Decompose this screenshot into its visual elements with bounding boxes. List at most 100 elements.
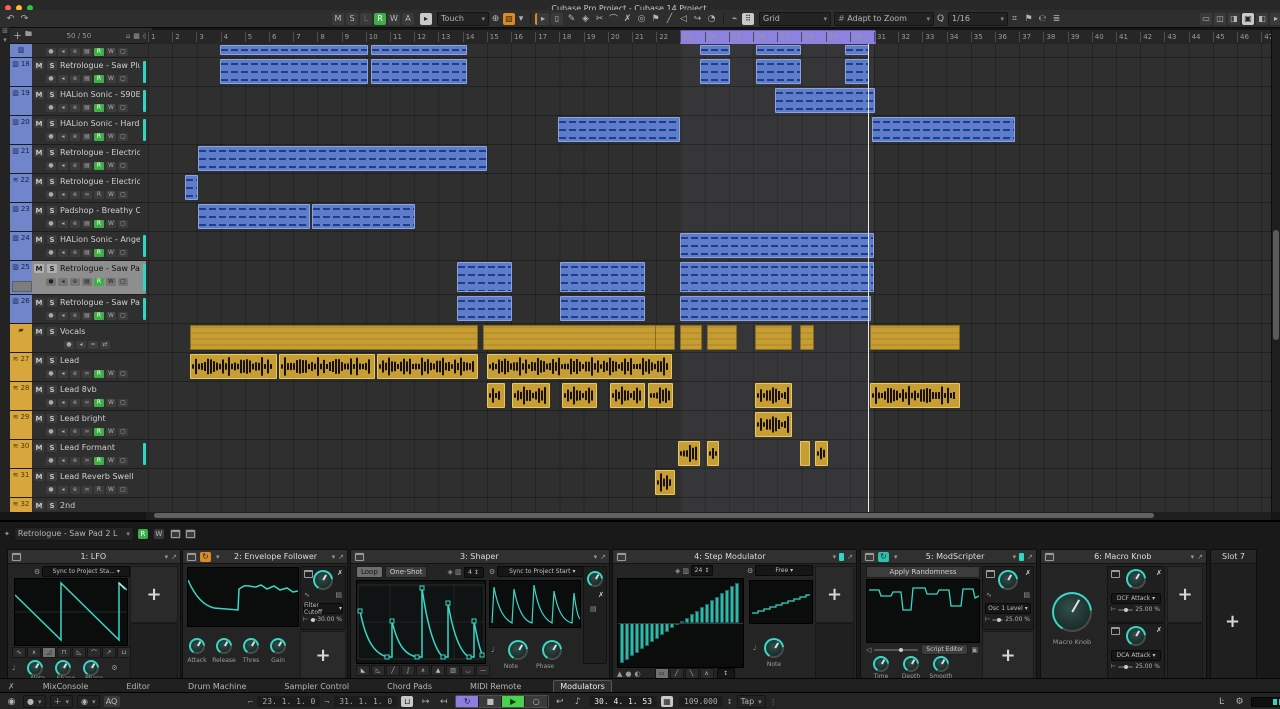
retrigger-icon[interactable]: ♩ xyxy=(491,646,494,654)
draw-tool-icon[interactable]: ✎ xyxy=(565,13,578,25)
edit-channel-button[interactable]: e xyxy=(70,427,80,436)
gain-knob[interactable] xyxy=(270,638,286,654)
audio-clip[interactable] xyxy=(562,383,597,408)
read-automation-button[interactable]: R xyxy=(94,74,104,83)
write-automation-button[interactable]: W xyxy=(106,103,116,112)
record-enable-button[interactable]: ● xyxy=(46,248,56,257)
midi-clip[interactable] xyxy=(185,175,198,200)
midi-clip[interactable] xyxy=(756,45,801,55)
edit-channel-button[interactable]: e xyxy=(70,132,80,141)
gear-icon[interactable]: ⚙ xyxy=(34,568,40,576)
delete-destination-icon[interactable] xyxy=(1111,570,1120,578)
transport-more-icon[interactable]: ⋮ xyxy=(770,698,777,706)
edit-channel-button[interactable]: e xyxy=(70,311,80,320)
range-tool-icon[interactable]: ▯ xyxy=(551,12,563,25)
monitor-button[interactable]: ◂ xyxy=(58,277,68,286)
quantize-dropdown[interactable]: 1/16 ▾ xyxy=(948,11,1008,26)
solo-button[interactable]: S xyxy=(47,61,57,70)
shape-preset-2[interactable]: ╱ xyxy=(386,665,400,676)
blend-slider[interactable] xyxy=(874,647,919,652)
track-header-halion-sonic-angels-gs[interactable]: ▥24MSHALion Sonic - Angels ...gs●◂e▤RW▢ xyxy=(10,232,146,261)
instrument-icon[interactable]: ▤ xyxy=(82,103,92,112)
instrument-icon[interactable]: ▤ xyxy=(82,311,92,320)
bypass-all-button[interactable] xyxy=(169,528,181,539)
midi-clip[interactable] xyxy=(756,59,801,84)
editor-window-icon[interactable]: ▣ xyxy=(971,646,978,654)
gear-icon[interactable]: ⚙ xyxy=(747,567,753,575)
freeze-button[interactable]: ▢ xyxy=(118,103,128,112)
metronome-icon[interactable]: ♪ xyxy=(571,696,584,708)
audio-clip[interactable] xyxy=(648,383,673,408)
undo-icon[interactable]: ↶ xyxy=(4,13,17,25)
mute-button[interactable]: M xyxy=(34,61,44,70)
freeze-button[interactable]: ▢ xyxy=(118,74,128,83)
curve-icon[interactable]: ∿ xyxy=(986,591,992,599)
step-bar-3[interactable] xyxy=(630,623,634,657)
midi-clip[interactable] xyxy=(560,262,645,292)
write-automation-button[interactable]: W xyxy=(106,190,116,199)
dot-icon[interactable]: ● xyxy=(625,670,631,678)
settings-gear-icon[interactable]: ⚙ xyxy=(1233,696,1246,708)
step-bar-18[interactable] xyxy=(705,603,709,623)
phase-knob[interactable] xyxy=(542,640,563,660)
delete-destination-icon[interactable] xyxy=(986,570,995,578)
freeze-button[interactable]: ▢ xyxy=(118,277,128,286)
delete-destination-icon[interactable] xyxy=(304,570,313,578)
envelope-display[interactable] xyxy=(187,567,299,627)
tab-mixconsole[interactable]: MixConsole xyxy=(37,681,95,692)
track-header-retrologue-saw-pad-2-r[interactable]: ▥26MSRetrologue - Saw Pad 2 R●◂e▤RW▢ xyxy=(10,295,146,324)
tab-drum-machine[interactable]: Drum Machine xyxy=(182,681,252,692)
module-expand-icon[interactable]: ↗ xyxy=(171,553,177,561)
workspace-6-icon[interactable]: ▸ xyxy=(1270,12,1280,25)
module-menu-icon[interactable]: ▾ xyxy=(1013,553,1017,561)
write-automation-button[interactable]: W xyxy=(106,277,116,286)
midi-clip[interactable] xyxy=(220,59,368,84)
horizontal-scroll-thumb[interactable] xyxy=(154,513,1154,518)
automation-s-button[interactable]: S xyxy=(346,12,358,25)
erase-tool-icon[interactable]: ◈ xyxy=(579,13,592,25)
solo-button[interactable]: S xyxy=(47,298,57,307)
cycle-button[interactable]: ↻ xyxy=(456,696,480,707)
step-bar-5[interactable] xyxy=(640,623,644,650)
mute-button[interactable]: M xyxy=(34,119,44,128)
attack-knob[interactable] xyxy=(189,638,205,654)
sync-icon[interactable]: ▦ xyxy=(661,696,674,707)
depth-knob[interactable] xyxy=(903,656,919,672)
solo-button[interactable]: S xyxy=(47,472,57,481)
bars-icon[interactable]: ▥ xyxy=(682,567,689,575)
audio-clip[interactable] xyxy=(755,412,792,437)
speaker-icon[interactable]: ◁ xyxy=(866,646,871,654)
freeze-button[interactable]: ▢ xyxy=(118,132,128,141)
record-button[interactable]: ○ xyxy=(525,696,549,707)
half-dot-icon[interactable]: ◐ xyxy=(635,670,641,678)
read-automation-button[interactable]: R xyxy=(94,190,104,199)
automation-a-button[interactable]: A xyxy=(402,12,414,25)
mute-button[interactable]: M xyxy=(34,414,44,423)
module-expand-icon[interactable]: ↗ xyxy=(847,553,853,561)
left-locator-value[interactable]: 23. 1. 1. 0 xyxy=(257,696,321,707)
redo-icon[interactable]: ↷ xyxy=(18,13,31,25)
track-header-halion-sonic-s90es-no[interactable]: ▥19MSHALion Sonic - S90ES ...no●◂e▤RW▢ xyxy=(10,87,146,116)
mute-button[interactable]: M xyxy=(34,235,44,244)
solo-button[interactable]: S xyxy=(47,385,57,394)
destination-dropdown[interactable]: DCF Attack ▾ xyxy=(1111,593,1161,604)
step-bar-1[interactable] xyxy=(620,623,624,663)
mute-button[interactable]: M xyxy=(34,148,44,157)
write-automation-button[interactable]: W xyxy=(106,398,116,407)
folder-part-clip[interactable] xyxy=(483,325,672,350)
midi-clip[interactable] xyxy=(457,262,512,292)
edit-channel-button[interactable]: e xyxy=(70,369,80,378)
add-destination-button[interactable]: + xyxy=(300,631,346,679)
read-automation-button[interactable]: R xyxy=(94,485,104,494)
tempo-value[interactable]: 109.000 xyxy=(679,696,723,707)
punch-in-icon[interactable]: ↦ xyxy=(419,696,432,708)
edit-channel-button[interactable]: e xyxy=(70,277,80,286)
arrangement-area[interactable] xyxy=(146,44,1271,512)
edit-channel-button[interactable]: e xyxy=(70,456,80,465)
module-expand-icon[interactable]: ↗ xyxy=(1027,553,1033,561)
step-bar-8[interactable] xyxy=(655,623,659,639)
edit-channel-button[interactable]: e xyxy=(70,219,80,228)
midi-clip[interactable] xyxy=(872,117,1015,142)
step-bar-4[interactable] xyxy=(635,623,639,653)
monitor-button[interactable]: ◂ xyxy=(58,427,68,436)
